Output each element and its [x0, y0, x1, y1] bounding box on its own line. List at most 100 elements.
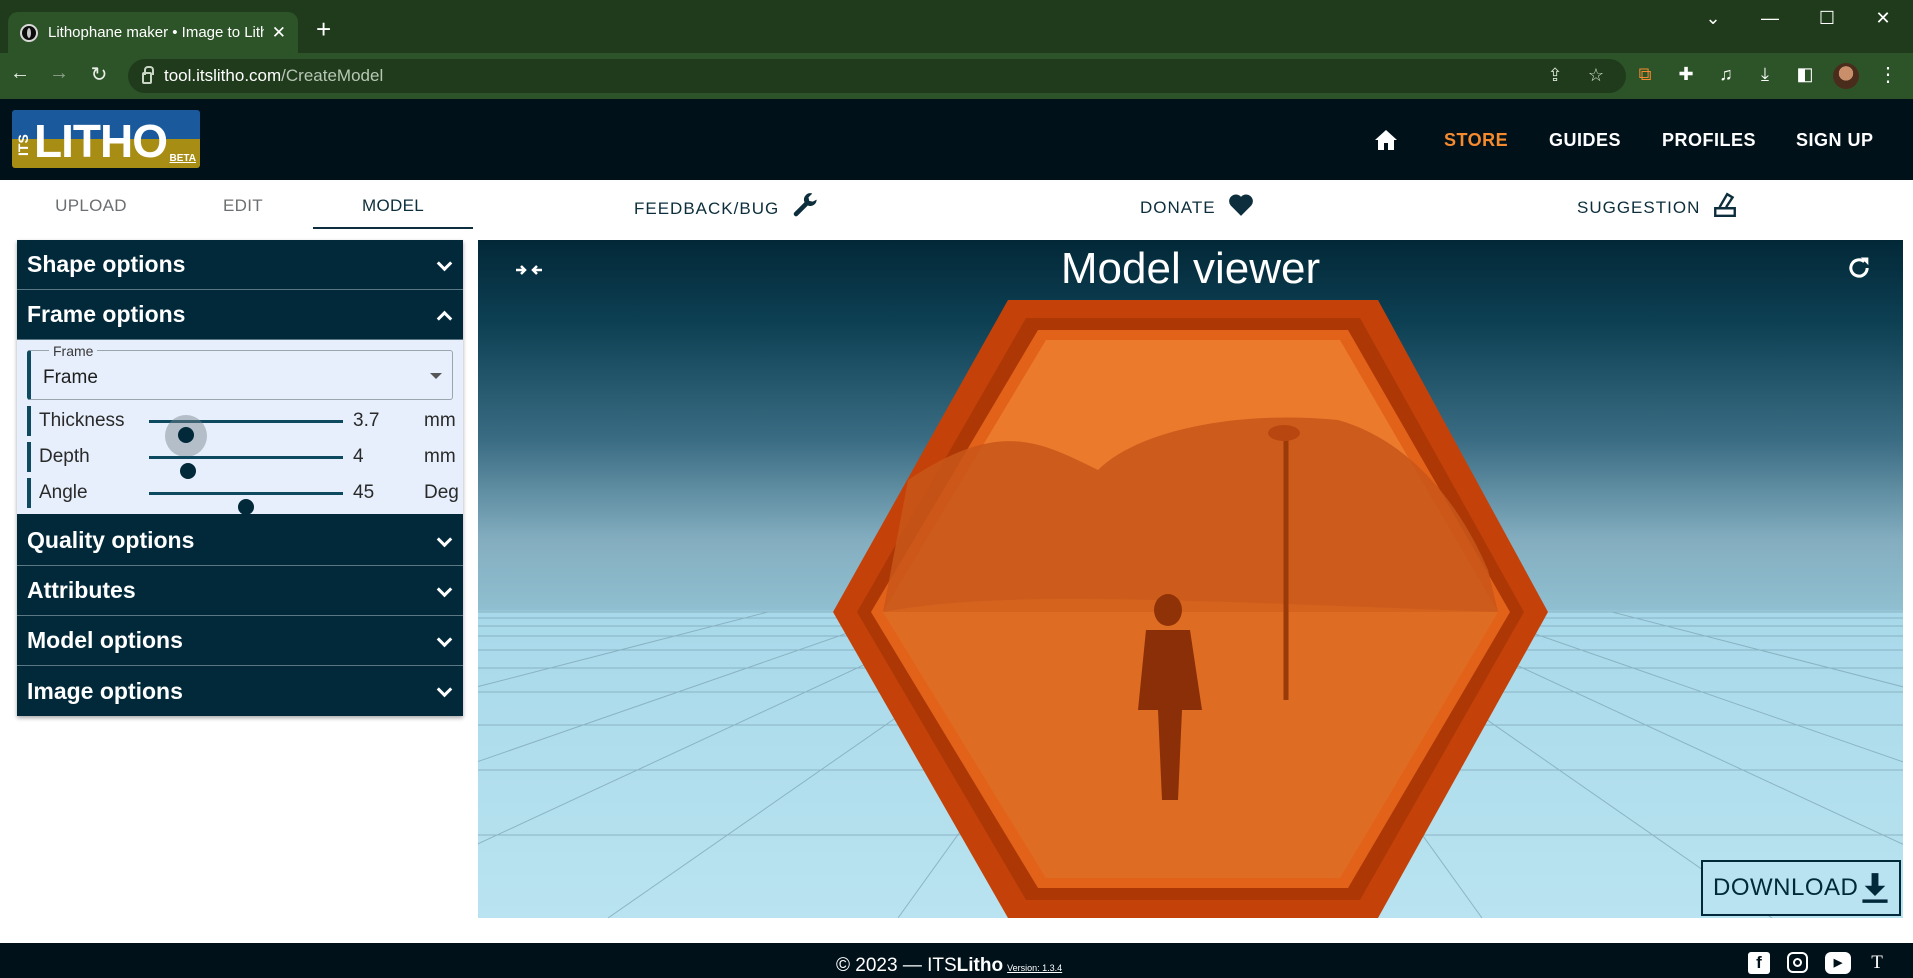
thickness-slider[interactable] — [149, 415, 343, 457]
feedback-bug-link[interactable]: FEEDBACK/BUG — [634, 193, 819, 220]
maximize-icon[interactable]: ☐ — [1812, 8, 1842, 29]
model-options-label: Model options — [27, 627, 183, 653]
quality-options-header[interactable]: Quality options — [17, 516, 463, 566]
angle-label: Angle — [39, 482, 88, 503]
model-options-header[interactable]: Model options — [17, 616, 463, 666]
wrench-icon — [794, 193, 817, 217]
footer-copyright: © 2023 — ITSLitho Version: 1.3.4 — [836, 955, 1062, 977]
model-viewer[interactable]: Model viewer DOWNLOAD — [478, 240, 1903, 918]
depth-unit: mm — [424, 446, 456, 467]
copyright-prefix: © 2023 — ITS — [836, 955, 957, 976]
frame-select[interactable]: Frame Frame — [27, 343, 453, 400]
suggestion-link[interactable]: SUGGESTION — [1577, 192, 1738, 218]
profile-avatar[interactable] — [1833, 63, 1859, 89]
donate-label: DONATE — [1140, 198, 1216, 217]
extension-icon[interactable]: ⧉ — [1632, 64, 1658, 85]
close-tab-icon[interactable]: ✕ — [272, 23, 286, 43]
new-tab-button[interactable]: + — [316, 16, 331, 42]
suggestion-box-icon — [1714, 192, 1737, 218]
address-bar[interactable]: tool.itslitho.com /CreateModel — [128, 59, 1626, 93]
tab-title: Lithophane maker • Image to Lith — [48, 24, 264, 41]
tab-model[interactable]: MODEL — [313, 196, 473, 216]
viewer-title: Model viewer — [1060, 244, 1321, 293]
chevron-down-icon — [437, 258, 451, 272]
angle-slider-thumb[interactable] — [238, 499, 254, 515]
frame-options-header[interactable]: Frame options — [17, 290, 463, 340]
download-label: DOWNLOAD — [1713, 874, 1859, 901]
depth-value: 4 — [353, 446, 364, 467]
site-header — [0, 99, 1913, 180]
tab-search-icon[interactable]: ⌄ — [1698, 8, 1728, 29]
thickness-slider-row: Thickness 3.7 mm — [27, 406, 456, 457]
angle-value: 45 — [353, 482, 375, 503]
frame-options-panel: Frame Frame Thickness 3.7 mm Depth 4 mm … — [17, 340, 463, 516]
media-control-icon[interactable]: ♫ — [1713, 64, 1739, 85]
nav-sign-up[interactable]: SIGN UP — [1796, 130, 1874, 151]
side-panel-icon[interactable]: ◧ — [1792, 64, 1818, 85]
shape-options-label: Shape options — [27, 251, 186, 277]
reload-icon[interactable]: ↻ — [87, 62, 111, 87]
depth-slider-thumb[interactable] — [179, 463, 196, 479]
dropdown-caret-icon — [430, 373, 442, 379]
downloads-icon[interactable]: ⤓ — [1752, 64, 1778, 85]
chevron-up-icon — [437, 308, 451, 322]
itslitho-logo[interactable]: ITS LITHO BETA — [12, 110, 200, 168]
facebook-icon[interactable]: f — [1748, 952, 1770, 974]
site-favicon-icon — [20, 23, 38, 42]
bookmark-star-icon[interactable]: ☆ — [1584, 65, 1608, 86]
frame-select-label: Frame — [49, 343, 98, 359]
depth-slider[interactable] — [149, 456, 343, 479]
extensions-puzzle-icon[interactable]: ✚ — [1673, 64, 1699, 85]
tab-edit[interactable]: EDIT — [163, 196, 323, 216]
lock-icon[interactable] — [142, 66, 154, 84]
lithophane-model — [833, 300, 1548, 918]
youtube-icon[interactable]: ▶ — [1825, 952, 1851, 974]
instagram-icon[interactable] — [1787, 952, 1808, 973]
close-window-icon[interactable]: ✕ — [1868, 8, 1898, 29]
tab-upload[interactable]: UPLOAD — [11, 196, 171, 216]
image-options-label: Image options — [27, 677, 183, 704]
angle-slider[interactable] — [149, 492, 343, 515]
minimize-icon[interactable]: — — [1755, 8, 1785, 29]
refresh-icon[interactable] — [1845, 254, 1873, 282]
tumblr-icon[interactable]: T — [1866, 952, 1888, 974]
share-icon[interactable]: ⇪ — [1543, 65, 1567, 86]
options-sidebar: Shape options Frame options Frame Frame … — [17, 240, 463, 716]
collapse-arrows-icon[interactable] — [514, 258, 544, 282]
nav-profiles[interactable]: PROFILES — [1662, 130, 1756, 151]
logo-its-text: ITS — [15, 134, 31, 156]
url-path: /CreateModel — [281, 66, 384, 85]
version-link[interactable]: Version: 1.3.4 — [1007, 963, 1062, 973]
image-options-header[interactable]: Image options — [17, 666, 463, 716]
chevron-down-icon — [437, 684, 451, 698]
thickness-label: Thickness — [39, 410, 125, 431]
attributes-label: Attributes — [27, 577, 136, 603]
browser-menu-icon[interactable]: ⋮ — [1878, 62, 1898, 87]
thickness-value: 3.7 — [353, 410, 380, 431]
active-tab-indicator — [313, 227, 473, 229]
feedback-bug-label: FEEDBACK/BUG — [634, 199, 780, 218]
home-icon[interactable] — [1374, 128, 1398, 152]
frame-select-value: Frame — [43, 367, 98, 388]
nav-guides[interactable]: GUIDES — [1549, 130, 1621, 151]
attributes-header[interactable]: Attributes — [17, 566, 463, 616]
frame-options-label: Frame options — [27, 301, 186, 327]
download-button[interactable]: DOWNLOAD — [1701, 860, 1901, 916]
chevron-down-icon — [437, 634, 451, 648]
donate-link[interactable]: DONATE — [1140, 194, 1254, 218]
forward-icon[interactable]: → — [47, 62, 71, 85]
back-icon[interactable]: ← — [8, 62, 32, 85]
chevron-down-icon — [437, 534, 451, 548]
quality-options-label: Quality options — [27, 527, 195, 553]
thickness-slider-thumb[interactable] — [177, 427, 194, 443]
thickness-unit: mm — [424, 410, 456, 431]
nav-store[interactable]: STORE — [1444, 130, 1508, 151]
browser-tab[interactable]: Lithophane maker • Image to Lith ✕ — [8, 12, 298, 53]
shape-options-header[interactable]: Shape options — [17, 240, 463, 290]
angle-slider-row: Angle 45 Deg — [27, 478, 459, 515]
angle-unit: Deg — [424, 482, 459, 503]
logo-beta-badge: BETA — [169, 153, 196, 164]
download-arrow-icon — [1862, 873, 1888, 903]
logo-wordmark: LITHO — [34, 115, 168, 167]
heart-icon — [1228, 194, 1253, 216]
